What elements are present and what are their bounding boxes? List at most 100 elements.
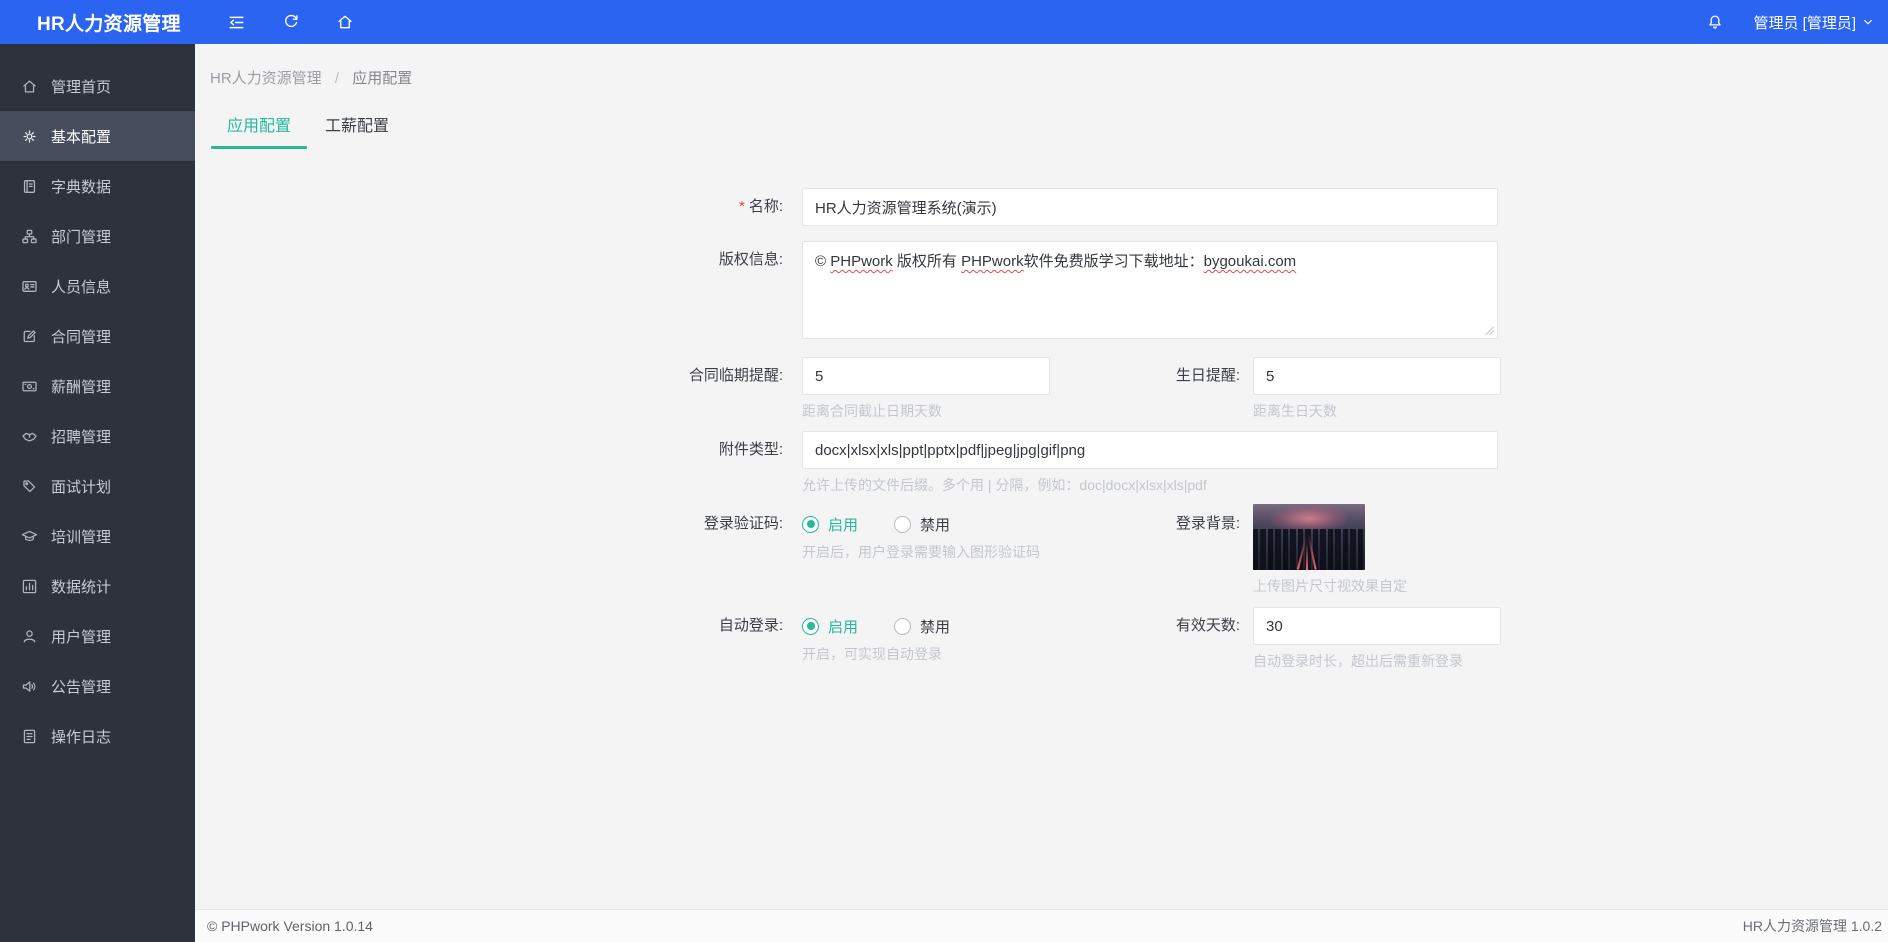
tab-bar: 应用配置 工薪配置 [210, 102, 1888, 149]
sidebar-item-dictionary[interactable]: 字典数据 [0, 161, 195, 211]
breadcrumb-root[interactable]: HR人力资源管理 [210, 70, 322, 87]
attachment-types-help: 允许上传的文件后缀。多个用 | 分隔，例如：doc|docx|xlsx|xls|… [802, 477, 1207, 493]
sidebar-item-recruitment[interactable]: 招聘管理 [0, 411, 195, 461]
main-content: HR人力资源管理 / 应用配置 应用配置 工薪配置 *名称: 版权信息: © P… [195, 44, 1888, 909]
valid-days-help: 自动登录时长，超出后需重新登录 [1253, 653, 1463, 669]
sidebar-item-label: 合同管理 [51, 328, 112, 346]
resize-handle-icon[interactable] [1484, 325, 1495, 336]
birthday-reminder-label: 生日提醒: [1175, 367, 1240, 384]
announcement-icon [21, 678, 38, 695]
app-title: HR人力资源管理 [37, 13, 181, 35]
user-menu[interactable]: 管理员 [管理员] [1753, 12, 1875, 33]
captcha-enable-radio[interactable] [802, 515, 819, 533]
login-background-label: 登录背景: [1175, 515, 1240, 532]
footer-app-version: HR人力资源管理 1.0.2 [1742, 918, 1882, 934]
handshake-icon [21, 428, 38, 445]
gear-icon [21, 128, 38, 145]
auto-login-disable-label[interactable]: 禁用 [920, 616, 950, 637]
contract-reminder-input[interactable] [802, 357, 1050, 395]
attachment-types-label: 附件类型: [718, 441, 783, 458]
valid-days-label: 有效天数: [1175, 617, 1240, 634]
sidebar-item-label: 人员信息 [51, 278, 112, 296]
sidebar-item-label: 部门管理 [51, 228, 112, 246]
home-icon [21, 78, 38, 95]
book-icon [21, 178, 38, 195]
tab-salary-config[interactable]: 工薪配置 [308, 102, 406, 149]
auto-login-help: 开启，可实现自动登录 [802, 646, 942, 662]
captcha-enable-label[interactable]: 启用 [828, 514, 858, 535]
contract-reminder-label: 合同临期提醒: [688, 367, 783, 384]
user-icon [21, 628, 38, 645]
home-icon[interactable] [331, 8, 359, 36]
sidebar-item-contract[interactable]: 合同管理 [0, 311, 195, 361]
sidebar-item-salary[interactable]: 薪酬管理 [0, 361, 195, 411]
notification-bell-icon[interactable] [1701, 8, 1729, 36]
captcha-disable-label[interactable]: 禁用 [920, 514, 950, 535]
copyright-label: 版权信息: [718, 251, 783, 268]
breadcrumb: HR人力资源管理 / 应用配置 [210, 67, 1888, 88]
sidebar-item-label: 用户管理 [51, 628, 112, 646]
login-background-image[interactable] [1253, 504, 1365, 570]
sidebar-item-label: 操作日志 [51, 728, 112, 746]
sidebar-item-label: 字典数据 [51, 178, 112, 196]
login-background-help: 上传图片尺寸视效果自定 [1253, 578, 1407, 594]
topbar: HR人力资源管理 管理员 [管理员] [0, 0, 1888, 44]
sidebar-item-label: 面试计划 [51, 478, 112, 496]
sidebar-item-label: 数据统计 [51, 578, 112, 596]
misspelled-word: PHPwork [961, 253, 1024, 270]
log-icon [21, 728, 38, 745]
topbar-actions [223, 8, 359, 36]
sidebar-item-statistics[interactable]: 数据统计 [0, 561, 195, 611]
chevron-down-icon [1864, 19, 1872, 25]
sidebar-item-department[interactable]: 部门管理 [0, 211, 195, 261]
sidebar: 管理首页 基本配置 字典数据 部门管理 人员信息 合同管理 薪酬管理 招聘管理 … [0, 44, 195, 942]
breadcrumb-current: 应用配置 [352, 70, 413, 87]
captcha-help: 开启后，用户登录需要输入图形验证码 [802, 544, 1040, 560]
attachment-types-input[interactable] [802, 431, 1498, 469]
birthday-reminder-input[interactable] [1253, 357, 1501, 395]
auto-login-radio-group: 启用 禁用 [802, 615, 1050, 637]
collapse-menu-icon[interactable] [223, 8, 251, 36]
interview-icon [21, 478, 38, 495]
chart-icon [21, 578, 38, 595]
app-config-form: *名称: 版权信息: © PHPwork 版权所有 PHPwork软件免费版学习… [195, 188, 1888, 670]
sidebar-item-personnel[interactable]: 人员信息 [0, 261, 195, 311]
row-attachment-types: 附件类型: 允许上传的文件后缀。多个用 | 分隔，例如：doc|docx|xls… [195, 431, 1888, 494]
name-input[interactable] [802, 188, 1498, 226]
birthday-reminder-help: 距离生日天数 [1253, 403, 1337, 419]
contract-icon [21, 328, 38, 345]
refresh-icon[interactable] [277, 8, 305, 36]
idcard-icon [21, 278, 38, 295]
training-icon [21, 528, 38, 545]
sidebar-item-basic-config[interactable]: 基本配置 [0, 111, 195, 161]
sidebar-item-training[interactable]: 培训管理 [0, 511, 195, 561]
sidebar-item-label: 招聘管理 [51, 428, 112, 446]
row-captcha: 登录验证码: 启用 禁用 开启后，用户登录需要输入图形验证码 登录背景: 上传图… [195, 504, 1888, 595]
auto-login-enable-radio[interactable] [802, 617, 819, 635]
sidebar-item-label: 管理首页 [51, 78, 112, 96]
sidebar-item-interview[interactable]: 面试计划 [0, 461, 195, 511]
topbar-right: 管理员 [管理员] [1701, 8, 1888, 36]
tab-app-config[interactable]: 应用配置 [210, 102, 308, 149]
captcha-label: 登录验证码: [703, 515, 783, 532]
sidebar-item-label: 公告管理 [51, 678, 112, 696]
user-name: 管理员 [管理员] [1753, 14, 1856, 32]
row-reminders: 合同临期提醒: 距离合同截止日期天数 生日提醒: 距离生日天数 [195, 357, 1888, 420]
sidebar-item-logs[interactable]: 操作日志 [0, 711, 195, 761]
copyright-textarea[interactable]: © PHPwork 版权所有 PHPwork软件免费版学习下载地址：bygouk… [802, 241, 1498, 339]
row-copyright: 版权信息: © PHPwork 版权所有 PHPwork软件免费版学习下载地址：… [195, 241, 1888, 339]
captcha-disable-radio[interactable] [894, 515, 912, 533]
auto-login-disable-radio[interactable] [894, 617, 912, 635]
name-label: * 名称: [738, 198, 783, 215]
sidebar-item-announcement[interactable]: 公告管理 [0, 661, 195, 711]
sidebar-item-label: 培训管理 [51, 528, 112, 546]
misspelled-word: bygoukai.com [1203, 253, 1297, 270]
auto-login-enable-label[interactable]: 启用 [828, 616, 858, 637]
valid-days-input[interactable] [1253, 607, 1501, 645]
row-name: * 名称: [195, 188, 1888, 226]
sidebar-item-users[interactable]: 用户管理 [0, 611, 195, 661]
required-asterisk: * [738, 198, 745, 215]
sidebar-item-label: 基本配置 [51, 128, 112, 146]
sidebar-item-dashboard[interactable]: 管理首页 [0, 61, 195, 111]
copyright-text: © PHPwork 版权所有 PHPwork软件免费版学习下载地址：bygouk… [815, 253, 1297, 270]
